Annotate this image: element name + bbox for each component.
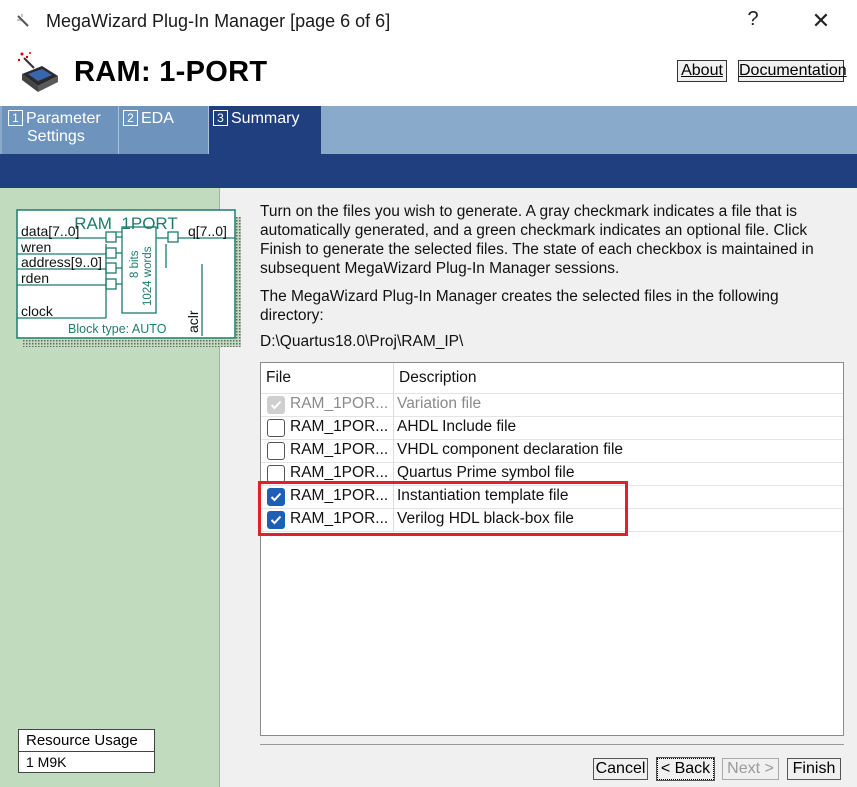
tab-strip: 1 Parameter Settings 2 EDA 3 Summary (0, 106, 857, 154)
symbol-name: RAM_1PORT (74, 214, 178, 233)
file-row-variation: RAM_1POR... Variation file (261, 393, 843, 416)
next-button[interactable]: Next > (722, 758, 779, 780)
tab-content-bar (0, 154, 857, 188)
megafunction-chip-icon (17, 52, 58, 92)
tab-label: Summary (231, 110, 300, 127)
mem-words-label: 1024 words (142, 246, 154, 306)
block-type-label: Block type: AUTO (68, 322, 167, 336)
resource-usage-value: 1 M9K (26, 754, 67, 770)
file-row-vhdl[interactable]: RAM_1POR... VHDL component declaration f… (261, 439, 843, 462)
port-address: address[9..0] (21, 254, 102, 270)
help-icon[interactable]: ? (738, 8, 768, 31)
mem-bits-label: 8 bits (129, 250, 141, 278)
port-data: data[7..0] (21, 223, 79, 239)
wizard-header: RAM: 1-PORT About Documentation (0, 44, 857, 106)
back-button[interactable]: < Back (656, 757, 715, 781)
directory-path: D:\Quartus18.0\Proj\RAM_IP\ (260, 333, 464, 350)
ram-symbol-diagram: RAM_1PORT data[7..0] wren address[9..0] … (16, 209, 241, 347)
button-separator (260, 744, 844, 745)
file-description: Variation file (397, 395, 482, 412)
file-name: RAM_1POR... (290, 441, 389, 458)
checkbox-variation (267, 396, 285, 414)
close-icon[interactable]: ✕ (806, 8, 836, 34)
finish-button[interactable]: Finish (787, 758, 841, 780)
file-list: File Description RAM_1POR... Variation f… (260, 362, 844, 736)
cancel-button[interactable]: Cancel (593, 758, 648, 780)
about-button[interactable]: About (677, 60, 727, 82)
file-name: RAM_1POR... (290, 464, 389, 481)
directory-intro-text: The MegaWizard Plug-In Manager creates t… (260, 288, 779, 324)
file-row-ahdl[interactable]: RAM_1POR... AHDL Include file (261, 416, 843, 439)
column-header-description[interactable]: Description (399, 363, 477, 393)
left-pane: RAM_1PORT data[7..0] wren address[9..0] … (0, 188, 241, 787)
file-name: RAM_1POR... (290, 395, 389, 412)
port-wren: wren (20, 239, 51, 255)
tab-number: 2 (123, 110, 138, 126)
file-description: VHDL component declaration file (397, 441, 624, 458)
tab-label-line2: Settings (27, 128, 85, 145)
port-clock: clock (21, 303, 54, 319)
highlight-box (258, 481, 628, 536)
instructions-text: Turn on the files you wish to generate. … (260, 203, 814, 277)
port-aclr: aclr (185, 310, 201, 333)
file-description: AHDL Include file (397, 418, 517, 435)
tab-number: 1 (8, 110, 23, 126)
port-q: q[7..0] (188, 223, 227, 239)
wizard-wand-icon (17, 14, 29, 27)
documentation-button[interactable]: Documentation (738, 60, 847, 82)
window-title: MegaWizard Plug-In Manager [page 6 of 6] (46, 11, 391, 31)
tab-label: Parameter (26, 110, 101, 127)
title-bar: MegaWizard Plug-In Manager [page 6 of 6]… (0, 0, 857, 44)
tab-summary[interactable]: 3 Summary (209, 106, 321, 154)
resource-usage-box: Resource Usage 1 M9K (18, 729, 155, 773)
resource-usage-header: Resource Usage (19, 730, 154, 752)
checkbox-vhdl[interactable] (267, 442, 285, 460)
column-header-file[interactable]: File (266, 363, 291, 393)
file-name: RAM_1POR... (290, 418, 389, 435)
checkmark-icon (270, 400, 282, 410)
port-rden: rden (21, 270, 49, 286)
checkbox-ahdl[interactable] (267, 419, 285, 437)
file-description: Quartus Prime symbol file (397, 464, 575, 481)
tab-parameter-settings[interactable]: 1 Parameter Settings (2, 106, 119, 154)
page-title: RAM: 1-PORT (74, 56, 268, 88)
tab-label: EDA (141, 110, 174, 127)
tab-eda[interactable]: 2 EDA (119, 106, 209, 154)
tab-number: 3 (213, 110, 228, 126)
